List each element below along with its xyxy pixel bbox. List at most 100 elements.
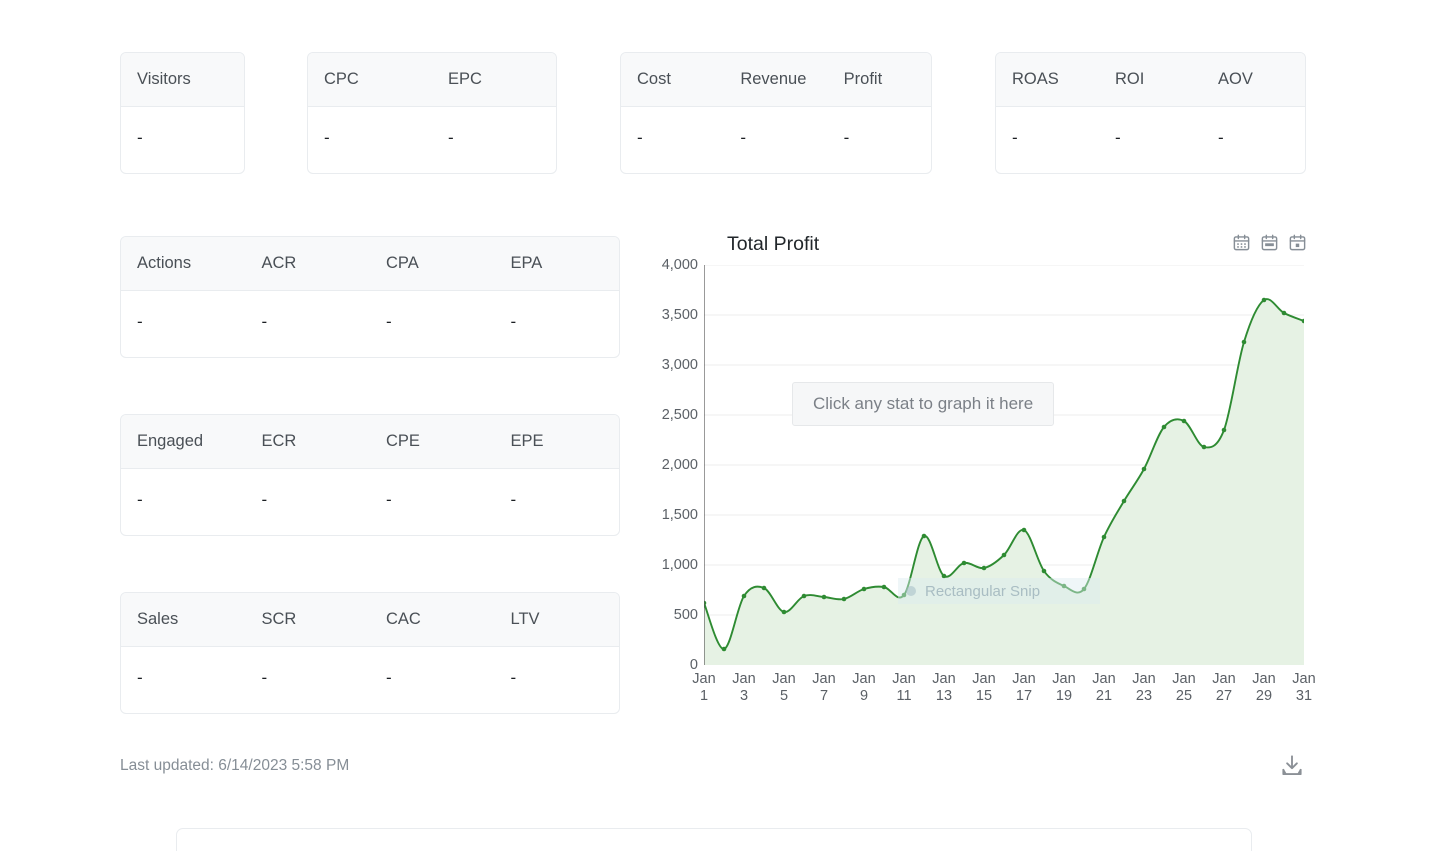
last-updated-text: Last updated: 6/14/2023 5:58 PM bbox=[120, 757, 350, 774]
x-axis-tick-label: Jan 25 bbox=[1172, 671, 1196, 704]
stat-value[interactable]: - bbox=[495, 668, 620, 688]
chart-canvas bbox=[704, 265, 1304, 665]
stat-card-body: ---- bbox=[121, 469, 619, 531]
stat-card-header: ROAS ROI AOV bbox=[996, 53, 1305, 107]
stat-label[interactable]: CPA bbox=[370, 254, 495, 273]
stat-card-header: Visitors bbox=[121, 53, 244, 107]
stat-label[interactable]: LTV bbox=[495, 610, 620, 629]
stat-card-cost-revenue-profit[interactable]: Cost Revenue Profit - - - bbox=[620, 52, 932, 174]
x-axis-tick-label: Jan 13 bbox=[932, 671, 956, 704]
stat-card-cpc-epc[interactable]: CPC EPC - - bbox=[307, 52, 557, 174]
stat-value[interactable]: - bbox=[724, 128, 827, 148]
stat-label[interactable]: CAC bbox=[370, 610, 495, 629]
x-axis-tick-label: Jan 29 bbox=[1252, 671, 1276, 704]
y-axis-tick-label: 1,000 bbox=[661, 557, 698, 573]
y-axis-tick-label: 4,000 bbox=[661, 257, 698, 273]
stat-value[interactable]: - bbox=[308, 128, 432, 148]
calendar-day-icon[interactable] bbox=[1288, 233, 1307, 252]
stat-value[interactable]: - bbox=[246, 490, 371, 510]
stat-label[interactable]: EPC bbox=[432, 70, 556, 89]
stat-card-engaged[interactable]: Engaged ECR CPE EPE - - - - bbox=[120, 414, 620, 536]
stat-value[interactable]: - bbox=[495, 312, 620, 332]
stat-label[interactable]: Revenue bbox=[724, 70, 827, 89]
x-axis-tick-label: Jan 11 bbox=[892, 671, 916, 704]
chart-title: Total Profit bbox=[727, 233, 820, 255]
stat-value[interactable]: - bbox=[828, 128, 931, 148]
x-axis-tick-label: Jan 1 bbox=[692, 671, 716, 704]
y-axis-tick-label: 500 bbox=[673, 607, 698, 623]
x-axis-tick-label: Jan 17 bbox=[1012, 671, 1036, 704]
stat-label[interactable]: Profit bbox=[828, 70, 931, 89]
download-icon[interactable] bbox=[1279, 753, 1305, 779]
stat-card-header: Actions ACR CPA EPA bbox=[121, 237, 619, 291]
stat-card-sales[interactable]: Sales SCR CAC LTV - - - - bbox=[120, 592, 620, 714]
x-axis-tick-label: Jan 9 bbox=[852, 671, 876, 704]
x-axis-tick-label: Jan 27 bbox=[1212, 671, 1236, 704]
chart-empty-hint: Click any stat to graph it here bbox=[792, 382, 1055, 426]
stat-card-header: CPC EPC bbox=[308, 53, 556, 107]
stat-label[interactable]: CPC bbox=[308, 70, 432, 89]
y-axis-tick-label: 2,500 bbox=[661, 407, 698, 423]
stat-value[interactable]: - bbox=[1099, 128, 1202, 148]
bottom-partial-card bbox=[176, 828, 1252, 851]
stat-value[interactable]: - bbox=[370, 668, 495, 688]
stat-value[interactable]: - bbox=[246, 312, 371, 332]
x-axis-tick-label: Jan 21 bbox=[1092, 671, 1116, 704]
stat-value[interactable]: - bbox=[621, 128, 724, 148]
x-axis-tick-label: Jan 15 bbox=[972, 671, 996, 704]
chart-panel: Total Profit 0 500 1,000 1,500 2,000 2,5… bbox=[640, 225, 1320, 720]
stat-label[interactable]: ECR bbox=[246, 432, 371, 451]
y-axis-tick-label: 3,500 bbox=[661, 307, 698, 323]
stat-value[interactable]: - bbox=[495, 490, 620, 510]
dashboard-root: Visitors - CPC EPC - - Cost Revenue Profit - - - ROA… bbox=[0, 0, 1456, 851]
stat-value[interactable]: - bbox=[996, 128, 1099, 148]
stat-label[interactable]: CPE bbox=[370, 432, 495, 451]
x-axis-tick-label: Jan 3 bbox=[732, 671, 756, 704]
stat-card-visitors[interactable]: Visitors - bbox=[120, 52, 245, 174]
calendar-month-icon[interactable] bbox=[1232, 233, 1251, 252]
stat-value[interactable]: - bbox=[370, 490, 495, 510]
stat-label[interactable]: EPE bbox=[495, 432, 620, 451]
stat-label[interactable]: Actions bbox=[121, 254, 246, 273]
stat-value[interactable]: - bbox=[370, 312, 495, 332]
stat-label[interactable]: AOV bbox=[1202, 70, 1305, 89]
stat-value[interactable]: - bbox=[121, 668, 246, 688]
snip-label: Rectangular Snip bbox=[925, 582, 1041, 600]
stat-label[interactable]: Engaged bbox=[121, 432, 246, 451]
profit-area-chart[interactable]: 0 500 1,000 1,500 2,000 2,500 3,000 3,500 4,000 … bbox=[662, 257, 1316, 704]
stat-label[interactable]: SCR bbox=[246, 610, 371, 629]
stat-label[interactable]: ROI bbox=[1099, 70, 1202, 89]
stat-value[interactable]: - bbox=[246, 668, 371, 688]
chart-view-toggle-group bbox=[1232, 233, 1307, 252]
stat-label[interactable]: Visitors bbox=[121, 70, 244, 89]
rectangular-snip-overlay: Rectangular Snip bbox=[898, 578, 1100, 604]
stat-card-header: Cost Revenue Profit bbox=[621, 53, 931, 107]
x-axis-tick-label: Jan 19 bbox=[1052, 671, 1076, 704]
stat-value[interactable]: - bbox=[121, 312, 246, 332]
x-axis-tick-label: Jan 23 bbox=[1132, 671, 1156, 704]
stat-label[interactable]: Cost bbox=[621, 70, 724, 89]
stat-value[interactable]: - bbox=[432, 128, 556, 148]
y-axis-tick-label: 2,000 bbox=[661, 457, 698, 473]
stat-value[interactable]: - bbox=[121, 128, 244, 148]
snip-icon bbox=[906, 586, 916, 596]
stat-label[interactable]: ACR bbox=[246, 254, 371, 273]
y-axis-tick-label: 1,500 bbox=[661, 507, 698, 523]
x-axis-tick-label: Jan 7 bbox=[812, 671, 836, 704]
stat-card-body: - bbox=[121, 107, 244, 169]
stat-card-body: ---- bbox=[121, 291, 619, 353]
stat-value[interactable]: - bbox=[1202, 128, 1305, 148]
calendar-week-icon[interactable] bbox=[1260, 233, 1279, 252]
stat-card-body: --- bbox=[621, 107, 931, 169]
x-axis-tick-label: Jan 31 bbox=[1292, 671, 1316, 704]
y-axis-tick-label: 3,000 bbox=[661, 357, 698, 373]
stat-label[interactable]: EPA bbox=[495, 254, 620, 273]
stat-card-actions[interactable]: Actions ACR CPA EPA - - - - bbox=[120, 236, 620, 358]
stat-label[interactable]: Sales bbox=[121, 610, 246, 629]
stat-label[interactable]: ROAS bbox=[996, 70, 1099, 89]
stat-card-body: --- bbox=[996, 107, 1305, 169]
x-axis-tick-label: Jan 5 bbox=[772, 671, 796, 704]
stat-value[interactable]: - bbox=[121, 490, 246, 510]
stat-card-header: Sales SCR CAC LTV bbox=[121, 593, 619, 647]
stat-card-roas-roi-aov[interactable]: ROAS ROI AOV - - - bbox=[995, 52, 1306, 174]
